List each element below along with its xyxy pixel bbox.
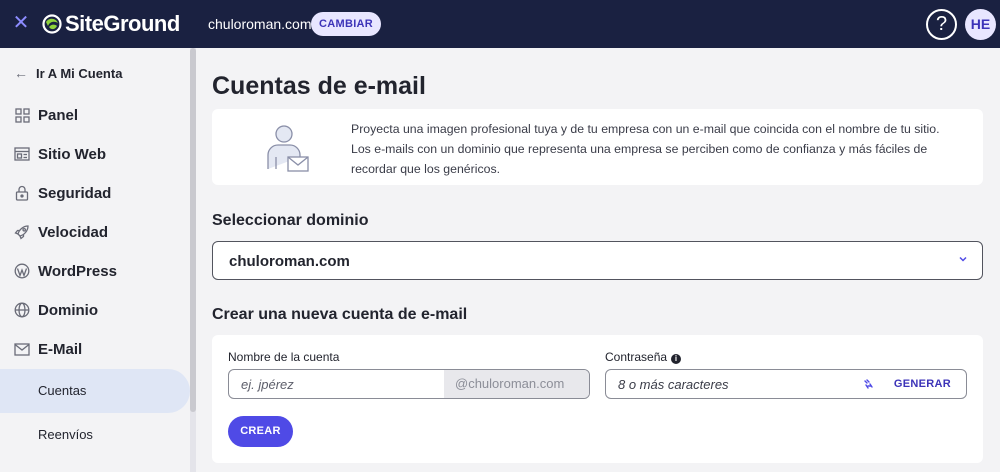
sidebar-item-label: E-Mail bbox=[38, 340, 83, 358]
sidebar-subitem-forwarders[interactable]: Reenvíos bbox=[0, 413, 190, 457]
info-icon[interactable]: i bbox=[671, 354, 682, 364]
sidebar-item-label: Seguridad bbox=[38, 184, 112, 202]
user-mail-illustration-icon bbox=[267, 125, 309, 172]
password-input[interactable] bbox=[606, 376, 862, 392]
info-line: Los e-mails con un dominio que represent… bbox=[351, 142, 928, 156]
account-name-label: Nombre de la cuenta bbox=[228, 350, 340, 364]
wordpress-icon bbox=[14, 263, 30, 279]
sidebar-item-speed[interactable]: Velocidad bbox=[14, 221, 108, 243]
arrow-left-icon: ← bbox=[14, 65, 28, 81]
domain-select-value: chuloroman.com bbox=[229, 253, 350, 270]
rocket-icon bbox=[14, 224, 30, 240]
create-account-form: Nombre de la cuenta @chuloroman.com Cont… bbox=[212, 335, 983, 463]
siteground-logo: SiteGround bbox=[42, 11, 180, 37]
create-account-title: Crear una nueva cuenta de e-mail bbox=[212, 306, 468, 323]
sidebar-item-label: Velocidad bbox=[38, 223, 109, 241]
website-icon bbox=[14, 146, 30, 162]
sidebar-item-email[interactable]: E-Mail bbox=[14, 338, 82, 360]
sidebar-item-domain[interactable]: Dominio bbox=[14, 299, 98, 321]
sidebar-item-label: Panel bbox=[38, 106, 79, 124]
create-account-button[interactable]: CREAR bbox=[228, 416, 293, 447]
help-button[interactable]: ? bbox=[926, 9, 957, 40]
chevron-down-icon bbox=[959, 256, 967, 262]
top-bar: ✕ SiteGround chuloroman.com CAMBIAR ? HE bbox=[0, 0, 1000, 48]
sidebar-item-panel[interactable]: Panel bbox=[14, 104, 78, 126]
sidebar-item-wordpress[interactable]: WordPress bbox=[14, 260, 117, 282]
generate-password-button[interactable]: GENERAR bbox=[894, 378, 951, 390]
domain-select[interactable]: chuloroman.com bbox=[212, 241, 983, 280]
generate-password-icon[interactable] bbox=[862, 377, 876, 391]
grid-icon bbox=[14, 107, 30, 123]
back-to-account-link[interactable]: ← Ir A Mi Cuenta bbox=[14, 65, 122, 81]
info-card: Proyecta una imagen profesional tuya y d… bbox=[212, 109, 983, 185]
account-domain-suffix: @chuloroman.com bbox=[444, 370, 589, 398]
sidebar-item-label: Dominio bbox=[38, 301, 98, 319]
globe-icon bbox=[14, 302, 30, 318]
select-domain-title: Seleccionar dominio bbox=[212, 212, 369, 229]
sidebar-item-website[interactable]: Sitio Web bbox=[14, 143, 106, 165]
sidebar-item-label: WordPress bbox=[38, 262, 117, 280]
sidebar-item-label: Sitio Web bbox=[38, 145, 107, 163]
sidebar: ← Ir A Mi Cuenta Panel Sitio Web Segurid… bbox=[0, 48, 196, 472]
info-line: Proyecta una imagen profesional tuya y d… bbox=[351, 122, 940, 136]
sidebar-subitem-accounts[interactable]: Cuentas bbox=[0, 369, 190, 413]
account-name-field[interactable]: @chuloroman.com bbox=[228, 369, 590, 399]
account-name-input[interactable] bbox=[229, 370, 444, 398]
mail-icon bbox=[14, 341, 30, 357]
password-label-row: Contraseña i bbox=[605, 350, 682, 364]
avatar[interactable]: HE bbox=[965, 9, 996, 40]
main-content: Cuentas de e-mail Proyecta una imagen pr… bbox=[196, 48, 1000, 472]
logo-text: SiteGround bbox=[65, 11, 180, 36]
current-domain: chuloroman.com bbox=[208, 16, 312, 32]
password-field[interactable]: GENERAR bbox=[605, 369, 967, 399]
siteground-logo-icon bbox=[42, 14, 62, 34]
page-title: Cuentas de e-mail bbox=[212, 72, 426, 100]
change-domain-button[interactable]: CAMBIAR bbox=[311, 12, 382, 36]
info-line: recordar que los genéricos. bbox=[351, 162, 501, 176]
sidebar-item-security[interactable]: Seguridad bbox=[14, 182, 111, 204]
lock-icon bbox=[14, 185, 30, 201]
close-icon[interactable]: ✕ bbox=[10, 12, 32, 34]
back-label: Ir A Mi Cuenta bbox=[36, 65, 123, 81]
password-label: Contraseña bbox=[605, 350, 668, 364]
info-description: Proyecta una imagen profesional tuya y d… bbox=[351, 119, 961, 179]
